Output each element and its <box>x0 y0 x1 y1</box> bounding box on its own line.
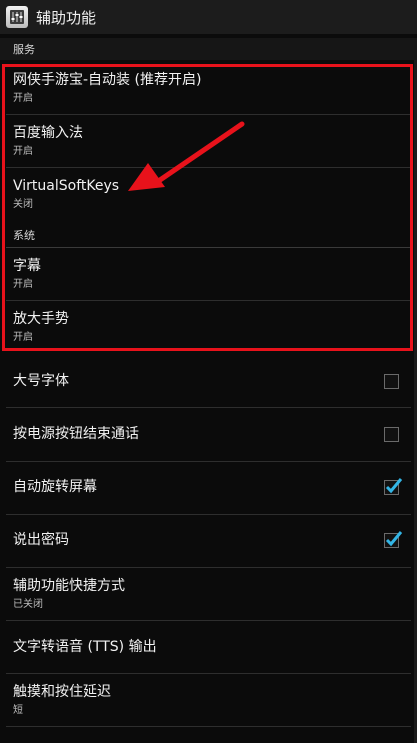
auto-rotate-checkbox[interactable] <box>384 478 403 495</box>
divider <box>6 247 411 248</box>
divider <box>6 407 411 408</box>
large-text-checkbox[interactable] <box>384 374 399 389</box>
system-item-tts-output[interactable]: 文字转语音 (TTS) 输出 <box>0 638 417 656</box>
divider <box>6 167 411 168</box>
item-label: VirtualSoftKeys <box>13 178 120 194</box>
system-item-magnification-gestures[interactable]: 放大手势 开启 <box>0 310 417 344</box>
divider <box>6 300 411 301</box>
item-label: 说出密码 <box>13 532 69 548</box>
service-item-virtualsoftkeys[interactable]: VirtualSoftKeys 关闭 <box>0 177 417 211</box>
divider <box>6 726 411 727</box>
system-item-speak-passwords[interactable]: 说出密码 <box>0 531 417 549</box>
divider <box>6 461 411 462</box>
system-item-captions[interactable]: 字幕 开启 <box>0 257 417 291</box>
item-label: 大号字体 <box>13 373 69 389</box>
item-label: 网侠手游宝-自动装 (推荐开启) <box>13 72 202 88</box>
item-status: 短 <box>13 705 23 716</box>
checkmark-icon <box>385 531 403 547</box>
item-label: 文字转语音 (TTS) 输出 <box>13 639 157 655</box>
item-label: 按电源按钮结束通话 <box>13 426 139 442</box>
divider <box>6 673 411 674</box>
service-item-baidu-input[interactable]: 百度输入法 开启 <box>0 124 417 158</box>
system-item-auto-rotate[interactable]: 自动旋转屏幕 <box>0 478 417 496</box>
page-title: 辅助功能 <box>36 8 97 27</box>
item-label: 字幕 <box>13 258 41 274</box>
item-status: 开启 <box>13 93 33 104</box>
service-item-wangxia[interactable]: 网侠手游宝-自动装 (推荐开启) 开启 <box>0 71 417 105</box>
item-status: 开启 <box>13 332 33 343</box>
system-item-power-button-ends-call[interactable]: 按电源按钮结束通话 <box>0 425 417 443</box>
item-status: 已关闭 <box>13 599 43 610</box>
section-header-services: 服务 <box>0 38 417 60</box>
system-item-touch-hold-delay[interactable]: 触摸和按住延迟 短 <box>0 683 417 717</box>
divider <box>6 114 411 115</box>
system-item-accessibility-shortcut[interactable]: 辅助功能快捷方式 已关闭 <box>0 577 417 611</box>
action-bar: 辅助功能 <box>0 0 417 34</box>
power-ends-call-checkbox[interactable] <box>384 427 399 442</box>
speak-passwords-checkbox[interactable] <box>384 531 403 548</box>
divider <box>6 567 411 568</box>
item-label: 自动旋转屏幕 <box>13 479 97 495</box>
checkmark-icon <box>385 478 403 494</box>
divider <box>6 620 411 621</box>
section-header-system: 系统 <box>13 229 35 242</box>
item-label: 辅助功能快捷方式 <box>13 578 125 594</box>
item-label: 触摸和按住延迟 <box>13 684 111 700</box>
divider <box>6 514 411 515</box>
item-status: 开启 <box>13 279 33 290</box>
accessibility-settings-icon[interactable] <box>6 6 28 28</box>
system-item-large-text[interactable]: 大号字体 <box>0 372 417 390</box>
item-label: 放大手势 <box>13 311 69 327</box>
item-status: 关闭 <box>13 199 33 210</box>
item-label: 百度输入法 <box>13 125 83 141</box>
item-status: 开启 <box>13 146 33 157</box>
